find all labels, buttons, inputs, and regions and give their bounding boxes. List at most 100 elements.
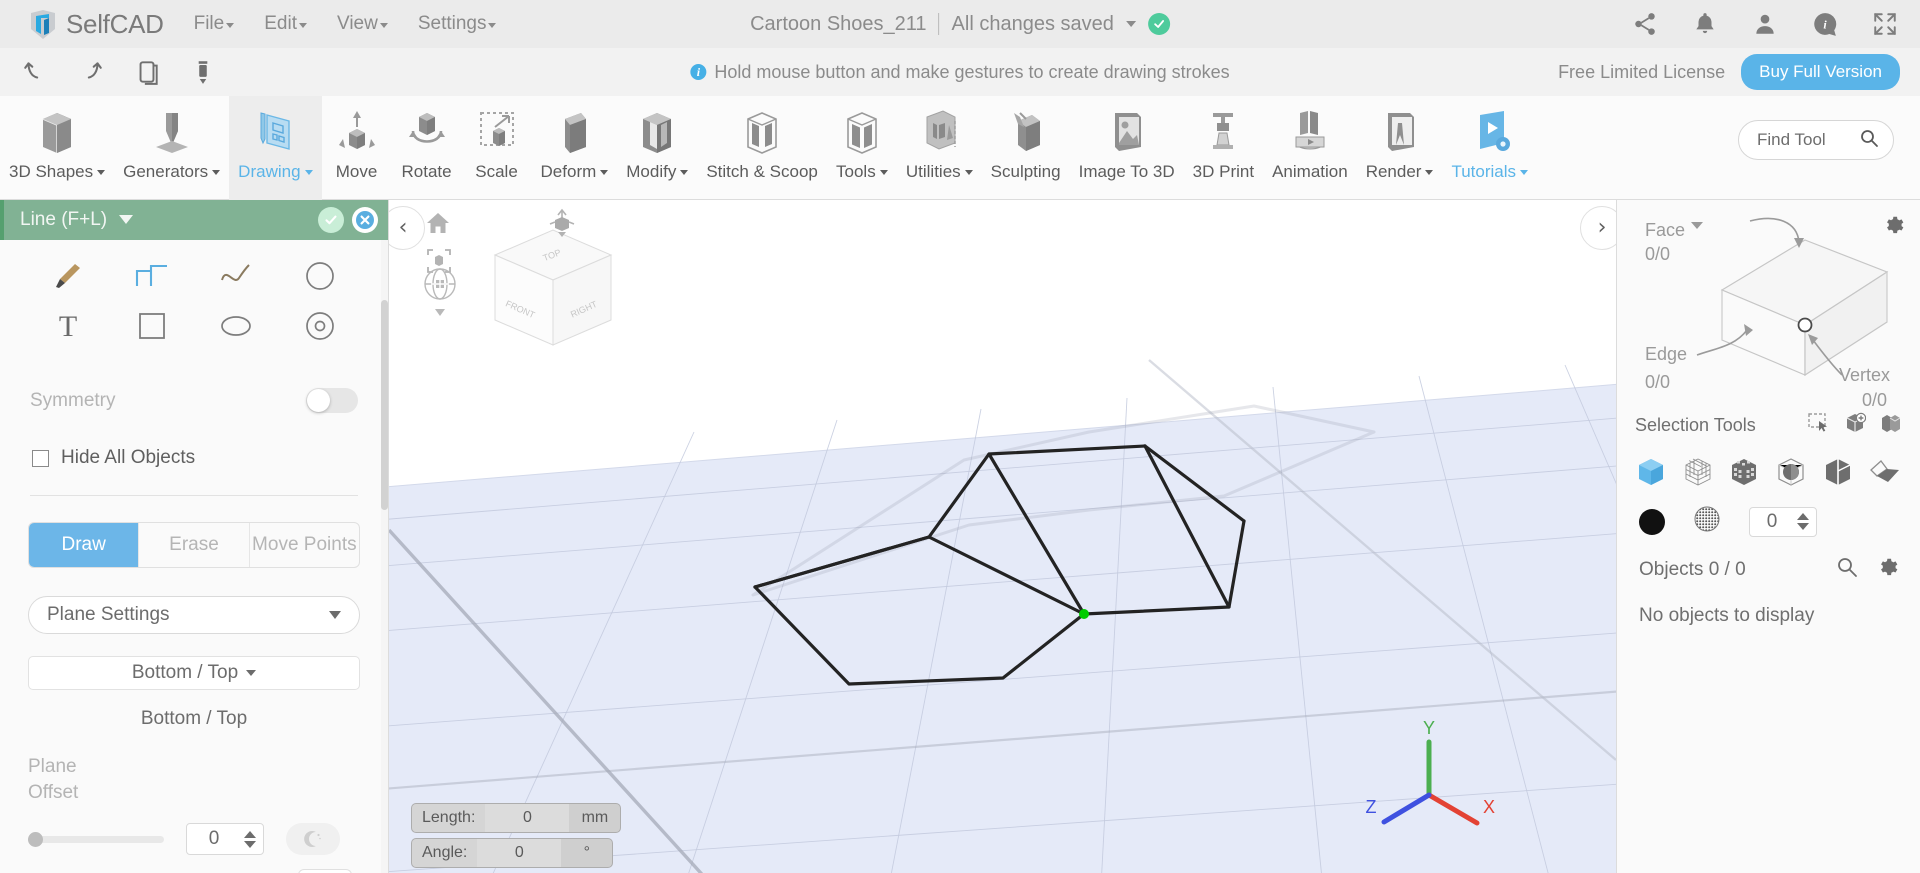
moon-icon[interactable] <box>286 823 340 856</box>
subdivide-icon[interactable] <box>1728 455 1761 489</box>
perspective-icon[interactable] <box>547 208 577 253</box>
ribbon-rotate[interactable]: Rotate <box>392 96 462 200</box>
partial-control[interactable] <box>298 869 352 873</box>
erase-mode-button[interactable]: Erase <box>139 523 250 567</box>
ribbon-label-move: Move <box>335 162 378 181</box>
redo-icon[interactable] <box>78 58 104 86</box>
confirm-button[interactable] <box>318 207 344 233</box>
menu-file[interactable]: File <box>194 13 235 35</box>
ribbon-deform[interactable]: Deform <box>532 96 618 200</box>
plane-offset-spinner-arrows[interactable] <box>241 830 263 848</box>
document-title[interactable]: Cartoon Shoes_211 <box>750 13 926 36</box>
ribbon-modify[interactable]: Modify <box>617 96 697 200</box>
share-icon[interactable] <box>1632 11 1658 37</box>
ribbon-drawing[interactable]: Drawing <box>229 96 322 200</box>
menu-settings[interactable]: Settings <box>418 13 497 35</box>
ribbon-generators[interactable]: Generators <box>114 96 229 200</box>
cancel-button[interactable] <box>352 207 378 233</box>
ribbon-label-animation: Animation <box>1272 162 1348 181</box>
face-chevron-down-icon[interactable] <box>1691 222 1703 229</box>
expand-right-panel-button[interactable]: › <box>1580 206 1616 250</box>
bell-icon[interactable] <box>1692 11 1718 37</box>
ribbon-3d-shapes[interactable]: 3D Shapes <box>0 96 114 200</box>
brush-icon[interactable] <box>37 254 99 298</box>
ribbon-tools[interactable]: Tools <box>827 96 897 200</box>
hide-all-objects-checkbox[interactable] <box>32 449 49 467</box>
mesh-wireframe-icon[interactable] <box>1682 455 1715 489</box>
left-tool-panel: Line (F+L) T Symmetry Hide All Objects D… <box>0 200 389 873</box>
polyline-icon[interactable] <box>121 254 183 298</box>
plane-settings-dropdown[interactable]: Plane Settings <box>28 596 360 634</box>
ribbon-utilities[interactable]: Utilities <box>897 96 982 200</box>
rect-select-icon[interactable] <box>1808 413 1830 438</box>
search-icon[interactable] <box>1859 128 1879 153</box>
ring-icon[interactable] <box>289 304 351 348</box>
plane-offset-slider[interactable] <box>28 831 164 847</box>
text-icon[interactable]: T <box>37 304 99 348</box>
ribbon-render[interactable]: Render <box>1357 96 1443 200</box>
find-tool-search[interactable]: Find Tool <box>1738 120 1894 160</box>
viewport-canvas[interactable]: TOP FRONT RIGHT Y X Z <box>389 200 1616 873</box>
curve-icon[interactable] <box>205 254 267 298</box>
copy-icon[interactable] <box>134 58 160 86</box>
home-icon[interactable] <box>425 210 451 241</box>
ribbon-3d-print[interactable]: 3D Print <box>1184 96 1263 200</box>
move-points-mode-button[interactable]: Move Points <box>250 523 359 567</box>
ribbon-scale[interactable]: Scale <box>462 96 532 200</box>
search-icon[interactable] <box>1836 556 1858 583</box>
move-icon <box>331 102 383 160</box>
left-panel-scrollbar-thumb[interactable] <box>381 300 388 510</box>
undo-icon[interactable] <box>22 58 48 86</box>
3d-viewport[interactable]: TOP FRONT RIGHT Y X Z ‹ › Length: 0 mm A… <box>389 200 1616 873</box>
info-icon[interactable]: i <box>1812 11 1838 37</box>
ribbon-sculpting[interactable]: Sculpting <box>982 96 1070 200</box>
angle-value[interactable]: 0 <box>477 838 562 868</box>
left-panel-scrollbar-track[interactable] <box>381 240 388 873</box>
add-object-icon[interactable] <box>1844 412 1867 439</box>
ribbon-tutorials[interactable]: Tutorials <box>1442 96 1537 200</box>
app-logo[interactable]: SelfCAD <box>28 9 164 40</box>
selection-count-stepper[interactable]: 0 <box>1749 506 1817 537</box>
ribbon-move[interactable]: Move <box>322 96 392 200</box>
material-color-swatch[interactable] <box>1639 508 1665 535</box>
orbit-icon[interactable] <box>410 262 470 329</box>
menu-view[interactable]: View <box>337 13 388 35</box>
ribbon-animation[interactable]: Animation <box>1263 96 1357 200</box>
length-value[interactable]: 0 <box>485 803 570 833</box>
circle-icon[interactable] <box>289 254 351 298</box>
texture-sphere-icon[interactable] <box>1693 505 1721 538</box>
ellipse-icon[interactable] <box>205 304 267 348</box>
menu-edit[interactable]: Edit <box>264 13 307 35</box>
angle-field[interactable]: Angle: 0 ° <box>411 838 614 868</box>
buy-full-version-button[interactable]: Buy Full Version <box>1741 54 1900 90</box>
selection-count-spinner-arrows[interactable] <box>1794 513 1816 530</box>
square-icon[interactable] <box>121 304 183 348</box>
ribbon-image-to-3d[interactable]: Image To 3D <box>1070 96 1184 200</box>
plane-orientation-button[interactable]: Bottom / Top <box>28 656 360 690</box>
chevron-down-icon <box>879 170 888 176</box>
hint-message: i Hold mouse button and make gestures to… <box>690 62 1230 83</box>
deform-icon <box>548 102 600 160</box>
hide-all-objects-row[interactable]: Hide All Objects <box>26 447 362 469</box>
draw-mode-button[interactable]: Draw <box>29 523 140 567</box>
sphere-select-icon[interactable] <box>1775 455 1808 489</box>
length-field[interactable]: Length: 0 mm <box>411 803 622 833</box>
ribbon-label-sculpting: Sculpting <box>990 162 1061 181</box>
object-mode-icon[interactable] <box>1635 455 1668 489</box>
selection-count-value[interactable]: 0 <box>1750 511 1794 533</box>
half-cube-icon[interactable] <box>1821 455 1854 489</box>
save-status-chevron-down-icon[interactable] <box>1125 21 1136 27</box>
ribbon-label-modify: Modify <box>626 162 677 181</box>
unfold-icon[interactable] <box>1868 455 1902 489</box>
gear-icon[interactable] <box>1876 556 1898 583</box>
ribbon-stitch-scoop[interactable]: Stitch & Scoop <box>697 96 827 200</box>
plane-offset-stepper[interactable]: 0 <box>186 823 264 856</box>
plane-offset-value[interactable]: 0 <box>187 828 241 850</box>
delete-icon[interactable] <box>190 58 216 86</box>
user-icon[interactable] <box>1752 11 1778 37</box>
fullscreen-icon[interactable] <box>1872 11 1898 37</box>
group-object-icon[interactable] <box>1880 412 1902 439</box>
symmetry-toggle[interactable] <box>306 388 358 413</box>
animation-icon <box>1284 102 1336 160</box>
length-unit: mm <box>569 803 622 833</box>
